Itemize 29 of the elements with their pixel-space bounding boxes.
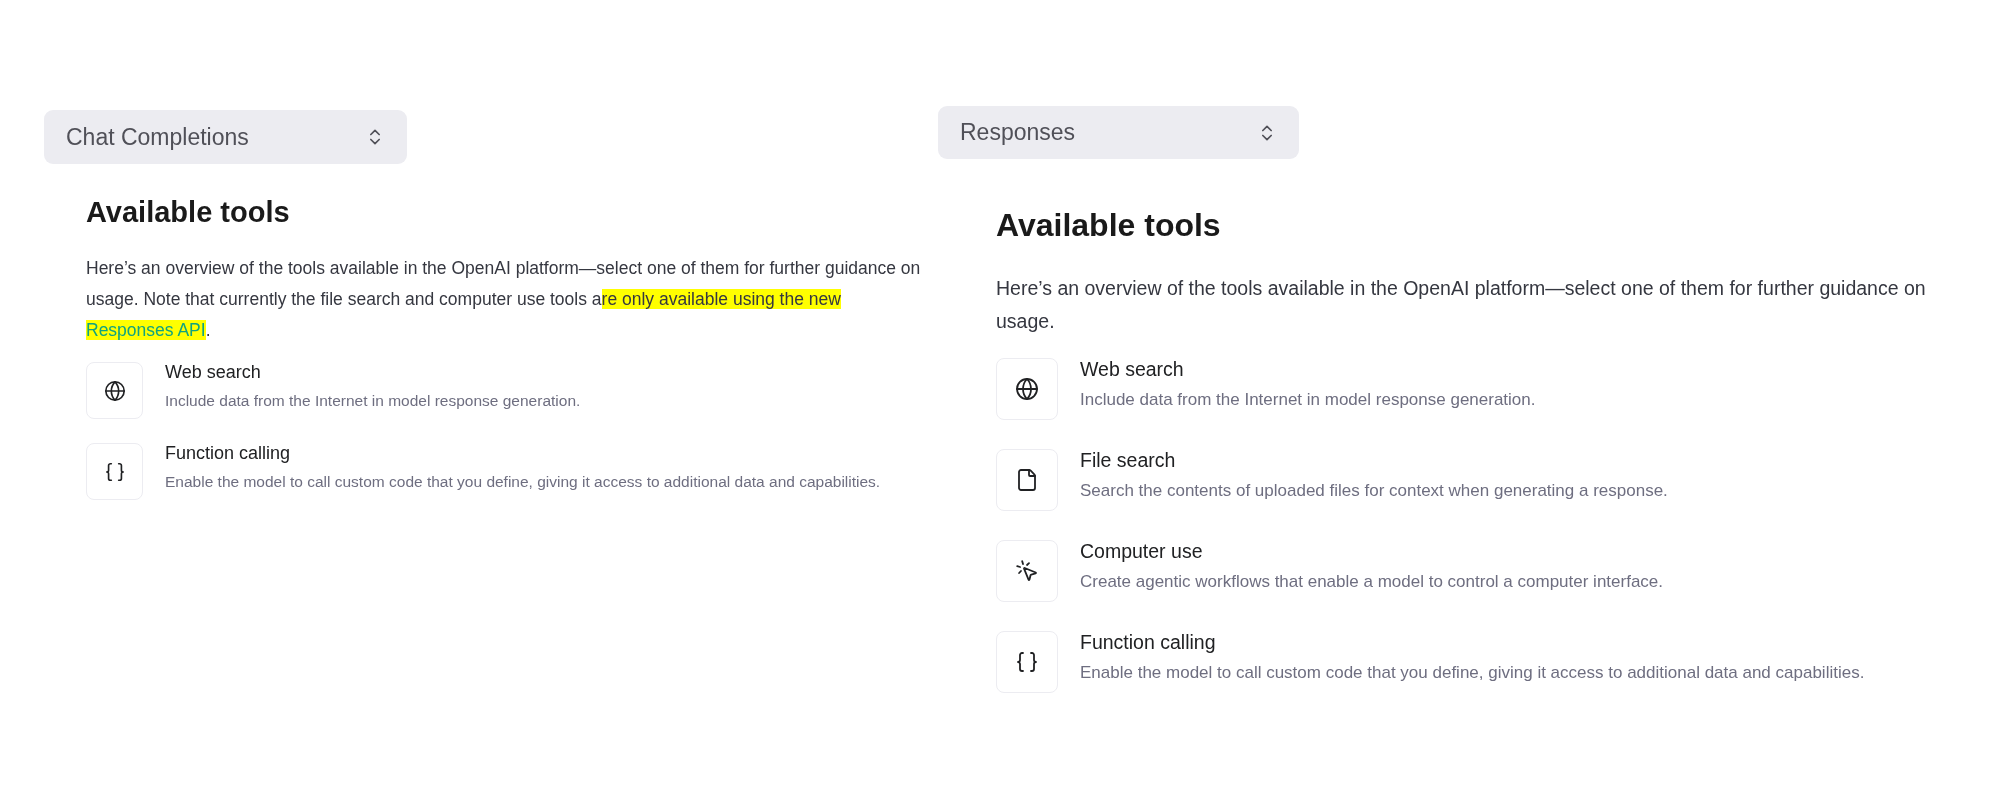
api-select[interactable]: Responses <box>938 106 1299 159</box>
braces-icon <box>1015 650 1039 674</box>
braces-icon <box>103 460 126 483</box>
tool-title[interactable]: Web search <box>1080 358 1536 381</box>
tool-title[interactable]: Computer use <box>1080 540 1664 563</box>
tool-description: Enable the model to call custom code that you define, giving it access to additional data and capabilities. <box>165 472 881 492</box>
file-icon <box>1015 468 1039 492</box>
tool-title[interactable]: Function calling <box>1080 631 1865 654</box>
globe-icon <box>103 379 126 402</box>
tool-title[interactable]: Function calling <box>165 443 881 464</box>
tool-icon-tile[interactable] <box>996 540 1058 602</box>
tool-title[interactable]: File search <box>1080 449 1668 472</box>
tool-description: Create agentic workflows that enable a model to control a computer interface. <box>1080 571 1664 593</box>
cursor-click-icon <box>1015 559 1039 583</box>
tool-description: Enable the model to call custom code that you define, giving it access to additional data and capabilities. <box>1080 662 1865 684</box>
tool-icon-tile[interactable] <box>86 362 143 419</box>
tool-description: Search the contents of uploaded files for context when generating a response. <box>1080 480 1668 502</box>
tool-icon-tile[interactable] <box>996 449 1058 511</box>
tool-description: Include data from the Internet in model response generation. <box>165 391 581 411</box>
tool-icon-tile[interactable] <box>996 358 1058 420</box>
tool-icon-tile[interactable] <box>86 443 143 500</box>
api-select[interactable]: Chat Completions <box>44 110 407 164</box>
section-heading: Available tools <box>86 196 291 229</box>
tool-title[interactable]: Web search <box>165 362 581 383</box>
globe-icon <box>1015 377 1039 401</box>
tool-description: Include data from the Internet in model response generation. <box>1080 389 1536 411</box>
intro-paragraph: Here’s an overview of the tools available in the OpenAI platform—select one of them for further guidance on usage. <box>996 276 1926 334</box>
section-heading: Available tools <box>996 207 1222 244</box>
tool-icon-tile[interactable] <box>996 631 1058 693</box>
